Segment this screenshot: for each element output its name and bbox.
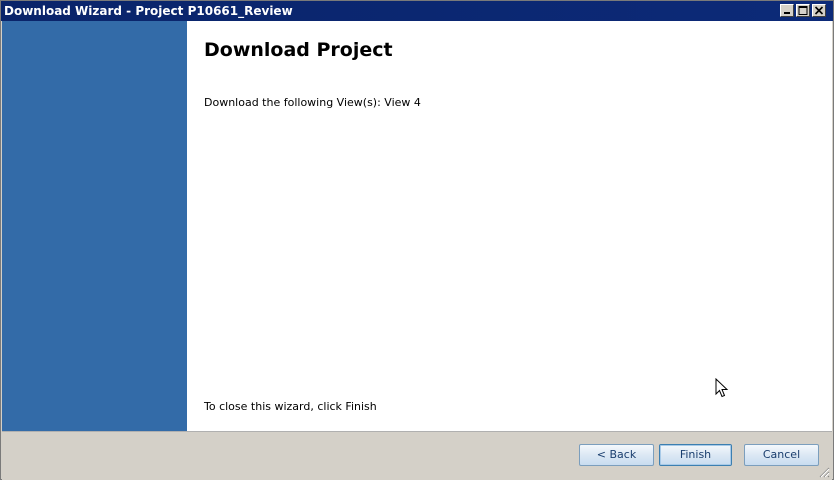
wizard-sidebar [2,21,187,431]
mouse-pointer-icon [715,378,729,398]
close-hint: To close this wizard, click Finish [204,400,377,413]
minimize-button[interactable] [780,4,794,17]
wizard-content: Download Project Download the following … [2,21,832,431]
minimize-icon [784,12,790,14]
close-button[interactable] [812,4,826,17]
back-button[interactable]: < Back [579,444,654,466]
download-description: Download the following View(s): View 4 [204,96,421,109]
cancel-button[interactable]: Cancel [744,444,819,466]
title-bar[interactable]: Download Wizard - Project P10661_Review [1,1,833,21]
wizard-footer: < Back Finish Cancel [2,431,832,480]
close-icon [814,6,824,15]
maximize-button[interactable] [796,4,810,17]
page-title: Download Project [204,39,393,61]
resize-grip-icon[interactable] [818,466,830,478]
window-title: Download Wizard - Project P10661_Review [4,4,293,18]
maximize-icon [798,6,808,15]
finish-button[interactable]: Finish [659,444,732,466]
wizard-window: Download Wizard - Project P10661_Review … [0,0,834,480]
